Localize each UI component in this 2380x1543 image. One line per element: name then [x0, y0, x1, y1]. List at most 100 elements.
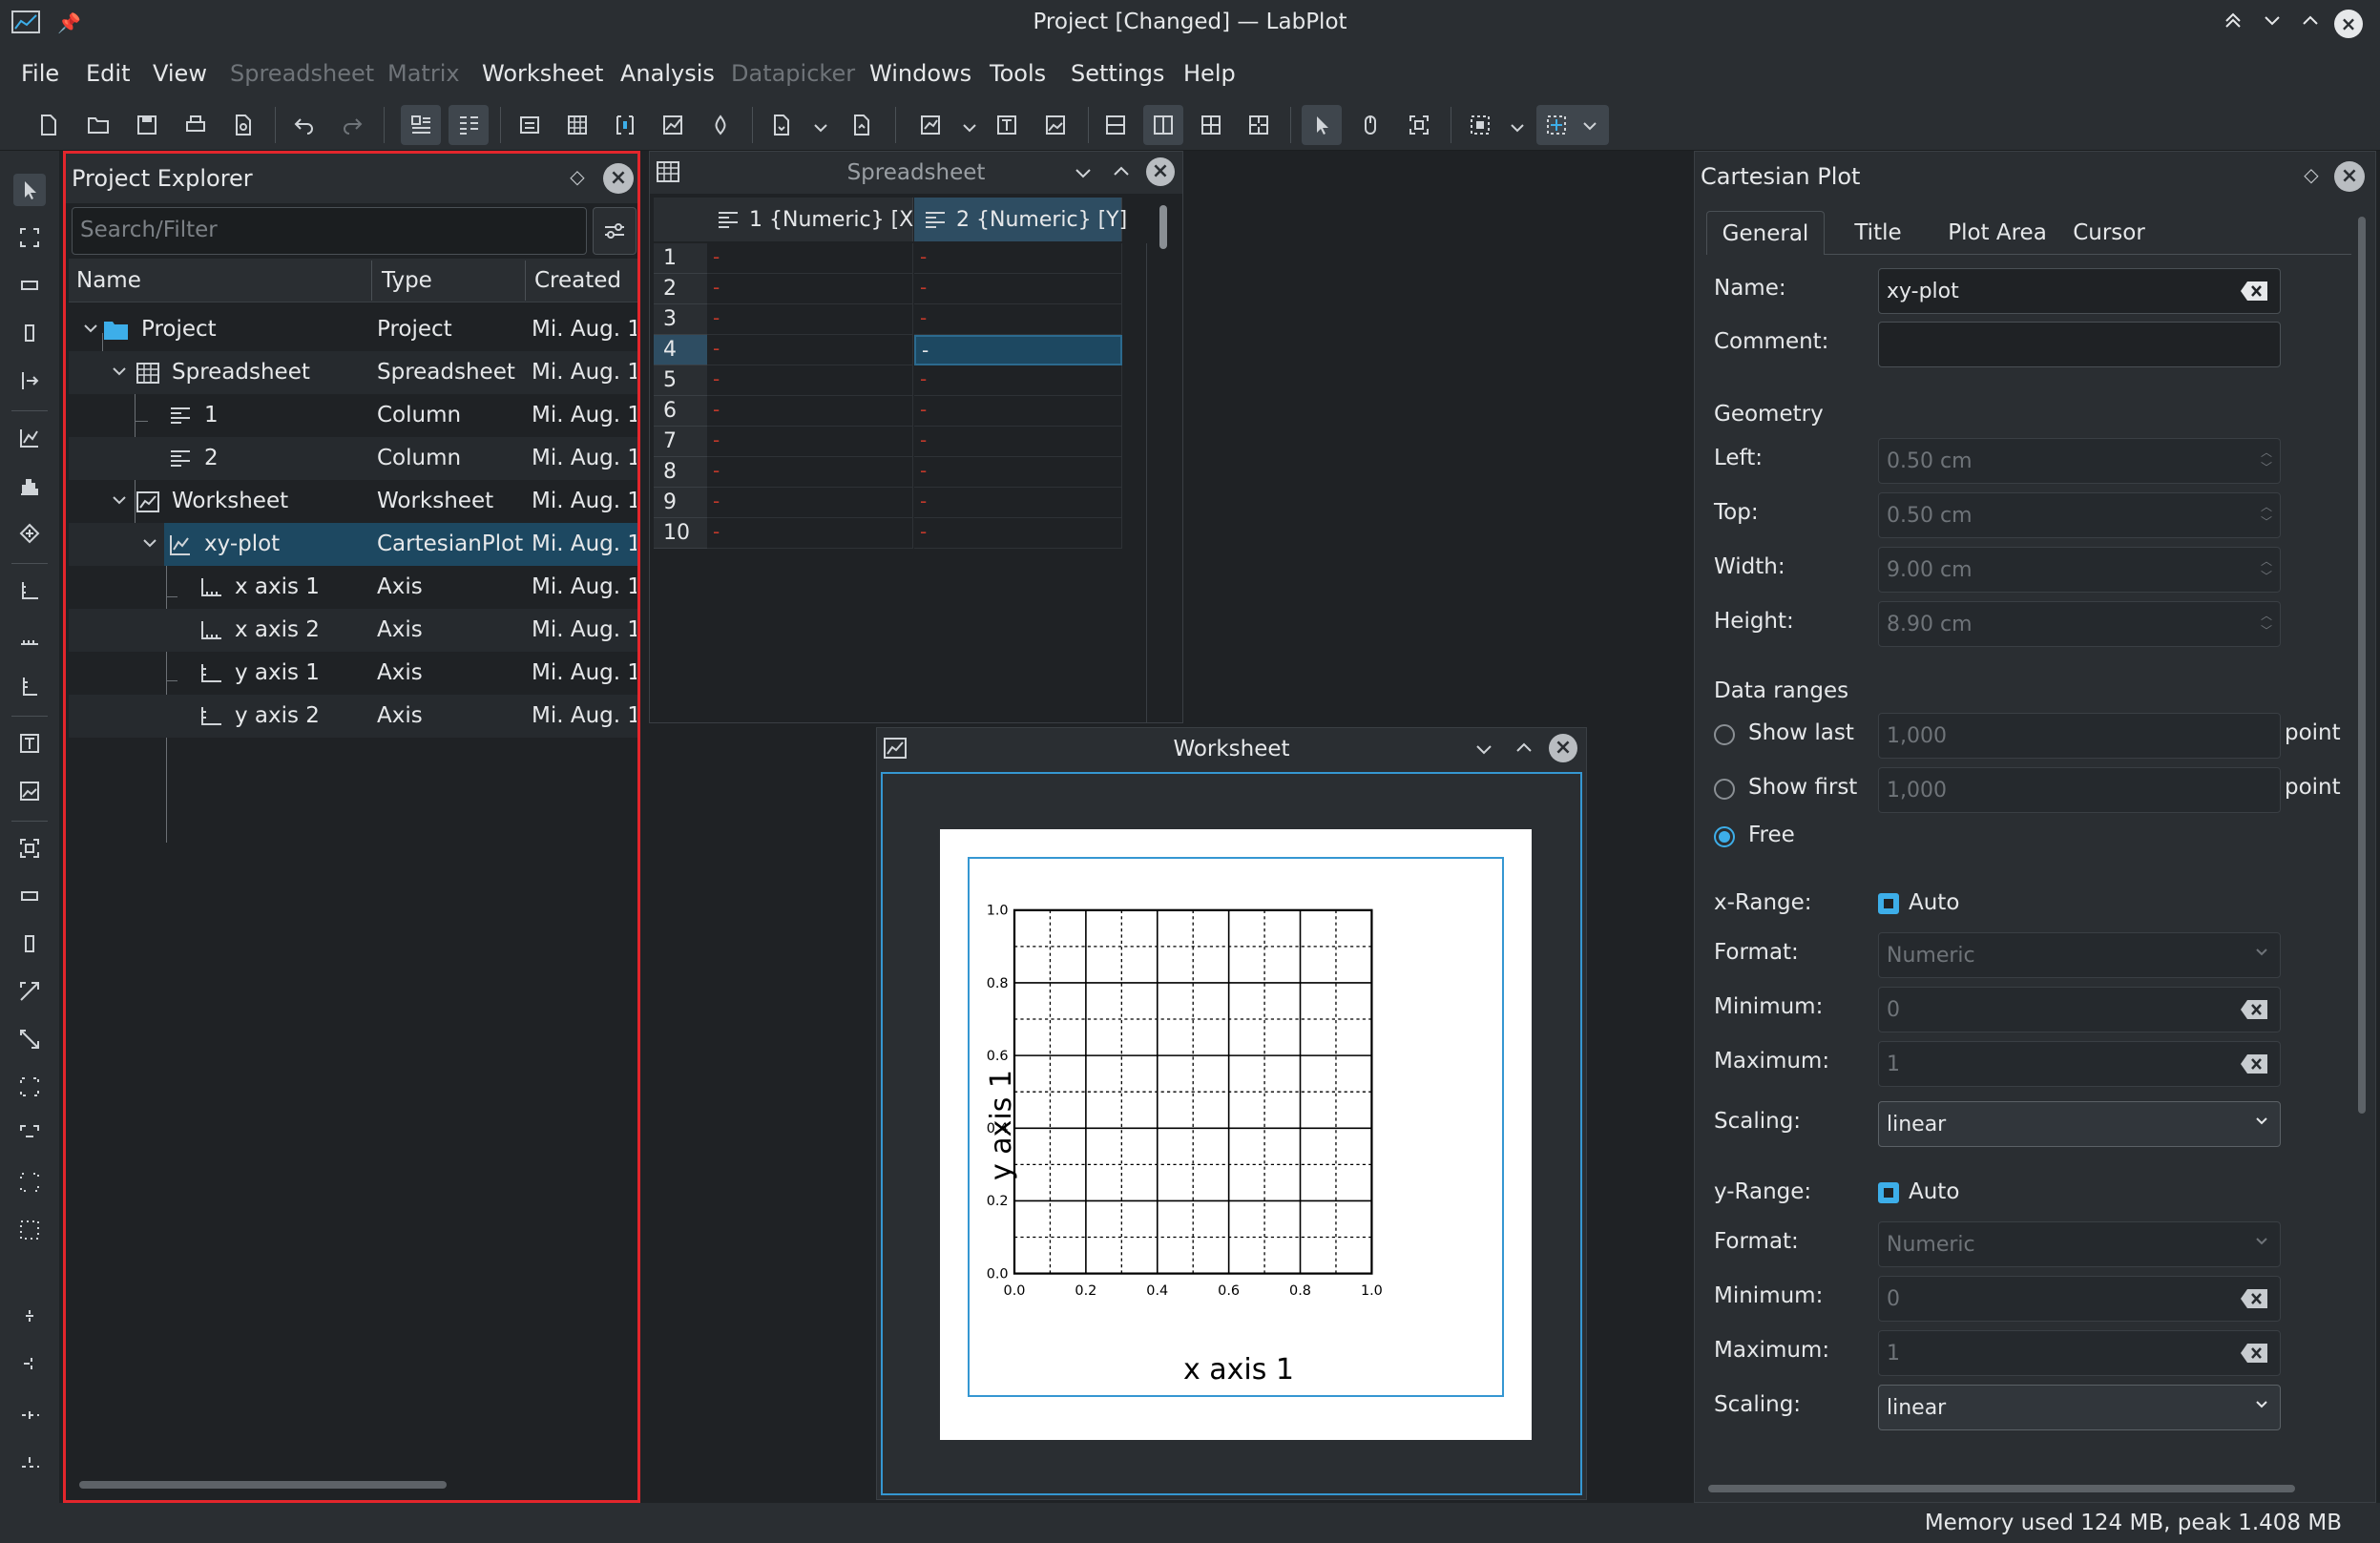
keep-above-icon[interactable]	[2219, 10, 2247, 38]
zoom-select-dropdown-icon[interactable]	[1510, 120, 1525, 136]
horizontal-layout-icon[interactable]	[1143, 105, 1183, 145]
x-minimum-field[interactable]: 0	[1878, 987, 2281, 1032]
chevron-down-icon[interactable]	[111, 363, 128, 380]
x-maximum-field[interactable]: 1	[1878, 1041, 2281, 1087]
tree-row-y-axis-1[interactable]: y axis 1 Axis Mi. Aug. 19	[69, 652, 637, 695]
spinner-icon[interactable]: ︿ ﹀	[2261, 553, 2272, 584]
add-picture-icon[interactable]	[13, 775, 46, 807]
table-cell[interactable]: -	[914, 365, 1122, 396]
close-panel-icon[interactable]: ×	[2334, 161, 2365, 192]
row-header[interactable]: 4	[654, 335, 707, 365]
float-panel-icon[interactable]: ◇	[2302, 165, 2321, 184]
spinner-icon[interactable]: ︿ ﹀	[2261, 608, 2272, 638]
import-dropdown-icon[interactable]	[813, 120, 828, 136]
close-window-icon[interactable]: ×	[2334, 10, 2363, 38]
table-cell[interactable]: -	[707, 243, 913, 274]
column-header-name[interactable]: Name	[76, 268, 141, 293]
column-header-created[interactable]: Created	[534, 268, 621, 293]
clear-icon[interactable]	[2240, 281, 2268, 302]
add-curve-icon[interactable]	[13, 422, 46, 454]
tab-title[interactable]: Title	[1830, 211, 1926, 255]
zoom-selection-icon[interactable]	[13, 832, 46, 865]
close-spreadsheet-icon[interactable]: ×	[1146, 157, 1175, 186]
new-plot-dropdown-icon[interactable]	[962, 120, 977, 136]
new-worksheet-icon[interactable]	[653, 105, 693, 145]
print-preview-icon[interactable]	[223, 105, 263, 145]
row-header[interactable]: 1	[654, 243, 707, 274]
select-x-position-tool-icon[interactable]	[13, 365, 46, 397]
y-minimum-field[interactable]: 0	[1878, 1276, 2281, 1322]
toggle-properties-icon[interactable]	[449, 105, 489, 145]
column-header-x[interactable]: 1 {Numeric} [X]	[707, 198, 922, 241]
minimize-icon[interactable]	[1074, 163, 1093, 182]
select-region-tool-icon[interactable]	[13, 221, 46, 254]
shift-left-x-icon[interactable]	[13, 1302, 46, 1334]
zoom-y-selection-icon[interactable]	[13, 928, 46, 960]
table-cell[interactable]: -	[707, 365, 913, 396]
y-axis-title[interactable]: y axis 1	[985, 1070, 1018, 1180]
x-scaling-select[interactable]: linear	[1878, 1101, 2281, 1147]
worksheet-area[interactable]: 0.0 0.2 0.4 0.6 0.8 1.0 0.0 0.2 0.4 0.6 0.8 1.0 x a…	[881, 772, 1582, 1495]
minimize-icon[interactable]	[2258, 10, 2286, 38]
tree-row-project[interactable]: Project Project Mi. Aug. 19	[69, 308, 637, 351]
menu-view[interactable]: View	[153, 60, 207, 87]
add-text-icon[interactable]	[13, 727, 46, 760]
new-plot-icon[interactable]	[910, 105, 950, 145]
table-cell[interactable]: -	[914, 518, 1122, 549]
zoom-out-x-icon[interactable]	[13, 1214, 46, 1246]
add-image-icon[interactable]	[1035, 105, 1075, 145]
vertical-scrollbar[interactable]	[1159, 205, 1167, 249]
new-spreadsheet-icon[interactable]	[557, 105, 597, 145]
table-cell[interactable]: -	[914, 243, 1122, 274]
menu-spreadsheet[interactable]: Spreadsheet	[230, 60, 374, 87]
horizontal-scrollbar[interactable]	[79, 1481, 447, 1489]
table-cell[interactable]: -	[914, 396, 1122, 427]
new-matrix-icon[interactable]	[605, 105, 645, 145]
table-cell[interactable]: -	[707, 427, 913, 457]
zoom-mode-icon[interactable]	[1350, 105, 1390, 145]
table-cell[interactable]: -	[707, 304, 913, 335]
new-datapicker-icon[interactable]	[700, 105, 741, 145]
comment-field[interactable]	[1878, 322, 2281, 367]
table-cell[interactable]: -	[707, 488, 913, 518]
redo-icon[interactable]	[332, 105, 372, 145]
select-tool-icon[interactable]	[13, 174, 46, 206]
top-field[interactable]: 0.50 cm ︿ ﹀	[1878, 492, 2281, 538]
zoom-fit-icon[interactable]	[1399, 105, 1439, 145]
break-layout-icon[interactable]	[1239, 105, 1279, 145]
select-x-range-tool-icon[interactable]	[13, 269, 46, 302]
maximize-icon[interactable]	[1112, 161, 1131, 180]
y-scaling-select[interactable]: linear	[1878, 1385, 2281, 1430]
menu-file[interactable]: File	[21, 60, 59, 87]
tree-row-column-2[interactable]: 2 Column Mi. Aug. 19	[69, 437, 637, 480]
add-axis-icon[interactable]	[13, 574, 46, 607]
table-cell[interactable]: -	[914, 274, 1122, 304]
zoom-in-x-icon[interactable]	[13, 1166, 46, 1199]
table-cell[interactable]: -	[707, 335, 913, 365]
zoom-x-selection-icon[interactable]	[13, 880, 46, 912]
scale-auto-icon[interactable]	[13, 975, 46, 1008]
table-cell[interactable]: -	[914, 304, 1122, 335]
chevron-down-icon[interactable]	[82, 320, 99, 337]
row-header[interactable]: 2	[654, 274, 707, 304]
chevron-down-icon[interactable]	[111, 491, 128, 509]
vertical-scrollbar[interactable]	[2358, 217, 2366, 1114]
menu-edit[interactable]: Edit	[86, 60, 130, 87]
menu-settings[interactable]: Settings	[1071, 60, 1164, 87]
vertical-layout-icon[interactable]	[1096, 105, 1136, 145]
add-histogram-icon[interactable]	[13, 469, 46, 502]
left-field[interactable]: 0.50 cm ︿ ﹀	[1878, 438, 2281, 484]
menu-matrix[interactable]: Matrix	[387, 60, 460, 87]
horizontal-scrollbar[interactable]	[1708, 1485, 2295, 1492]
row-header[interactable]: 7	[654, 427, 707, 457]
height-field[interactable]: 8.90 cm ︿ ﹀	[1878, 601, 2281, 647]
new-project-icon[interactable]	[29, 105, 69, 145]
menu-analysis[interactable]: Analysis	[620, 60, 715, 87]
filter-options-icon[interactable]	[593, 207, 637, 255]
show-first-radio[interactable]	[1714, 779, 1735, 800]
row-header[interactable]: 3	[654, 304, 707, 335]
table-cell[interactable]: -	[707, 274, 913, 304]
column-header-type[interactable]: Type	[382, 268, 432, 293]
row-header[interactable]: 6	[654, 396, 707, 427]
row-header[interactable]: 8	[654, 457, 707, 488]
